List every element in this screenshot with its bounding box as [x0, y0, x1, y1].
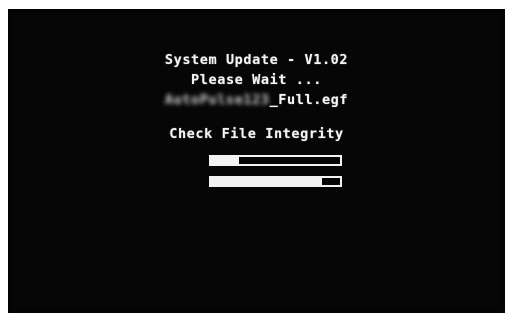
status-text: Check File Integrity	[169, 126, 344, 142]
please-wait-text: Please Wait ...	[191, 72, 322, 88]
progress-bar-1-fill	[211, 157, 240, 164]
file-name: AutoPulse123_Full.egf	[8, 92, 505, 108]
device-screen-frame: System Update - V1.02 Please Wait ... Au…	[8, 9, 505, 313]
progress-bar-2	[209, 176, 342, 187]
update-screen: System Update - V1.02 Please Wait ... Au…	[8, 9, 505, 313]
progress-bar-1	[209, 155, 342, 166]
progress-bar-2-fill	[211, 178, 322, 185]
file-name-suffix: _Full.egf	[269, 92, 349, 108]
file-name-blurred: AutoPulse123	[164, 92, 270, 108]
update-title: System Update - V1.02	[164, 52, 349, 68]
